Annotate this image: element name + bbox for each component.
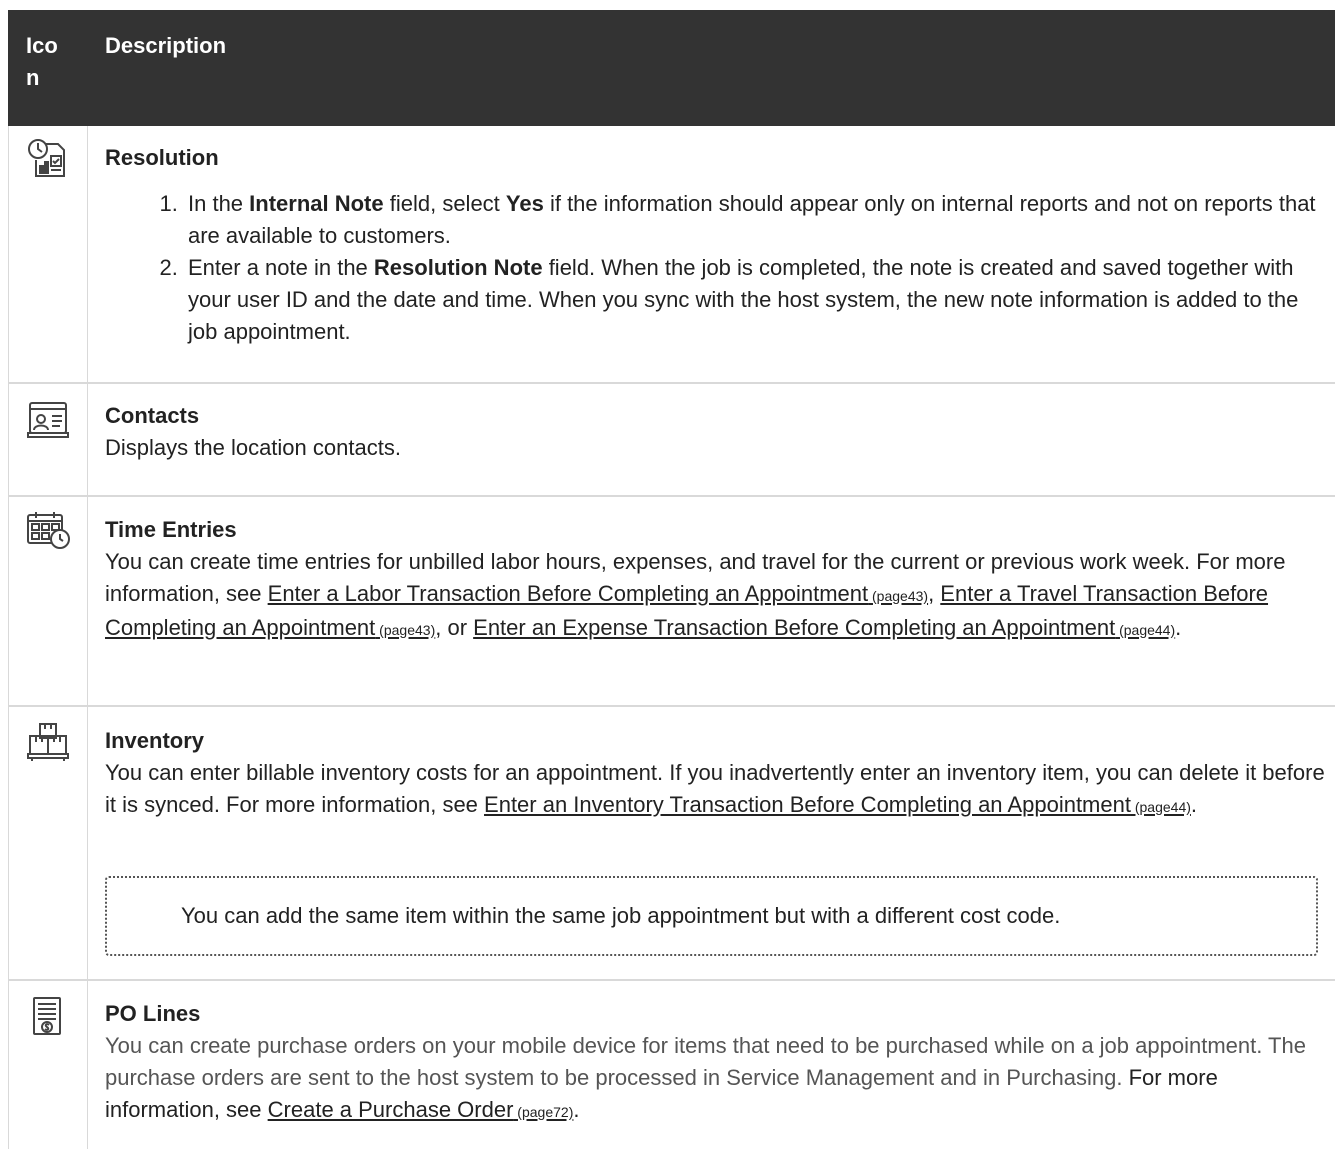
note-box: You can add the same item within the sam… [105, 876, 1318, 956]
table-left-border [8, 126, 9, 1149]
list-item: In the Internal Note field, select Yes i… [184, 188, 1325, 252]
time-entries-cell: Time Entries You can create time entries… [105, 514, 1325, 646]
page-reference: (page72) [513, 1104, 574, 1120]
row-description: Displays the location contacts. [105, 435, 401, 460]
time-entries-icon [24, 510, 72, 550]
field-name: Internal Note [249, 191, 384, 216]
expense-transaction-link[interactable]: Enter an Expense Transaction Before Comp… [473, 615, 1175, 640]
separator: . [1175, 615, 1182, 640]
step-text: Enter a note in the [188, 255, 374, 280]
field-name: Resolution Note [373, 255, 543, 280]
column-divider [87, 126, 88, 1149]
row-title: Time Entries [105, 517, 237, 542]
resolution-icon [24, 138, 72, 178]
row-title: PO Lines [105, 1001, 201, 1026]
row-title: Contacts [105, 403, 200, 428]
separator: . [573, 1097, 580, 1122]
purchase-order-link[interactable]: Create a Purchase Order (page72) [268, 1097, 574, 1122]
resolution-steps: In the Internal Note field, select Yes i… [105, 188, 1325, 348]
link-text: Enter an Expense Transaction Before Comp… [473, 615, 1116, 640]
inventory-cell: Inventory You can enter billable invento… [105, 725, 1325, 823]
row-divider [8, 979, 1335, 981]
row-divider [8, 382, 1335, 384]
row-title: Resolution [105, 145, 219, 170]
step-text: In the [188, 191, 250, 216]
contacts-cell: Contacts Displays the location contacts. [105, 400, 1325, 464]
document-page: Ico n Description Resolution In the Inte… [0, 0, 1335, 1149]
separator: . [1190, 792, 1198, 817]
resolution-cell: Resolution In the Internal Note field, s… [105, 142, 1325, 348]
labor-transaction-link[interactable]: Enter a Labor Transaction Before Complet… [268, 581, 928, 606]
row-divider [8, 495, 1335, 497]
list-item: Enter a note in the Resolution Note fiel… [184, 252, 1325, 348]
row-title: Inventory [105, 728, 205, 753]
note-text: You can add the same item within the sam… [181, 903, 1061, 928]
link-text: Enter a Labor Transaction Before Complet… [267, 581, 869, 606]
link-text: Enter an Inventory Transaction Before Co… [484, 792, 1131, 817]
icon-column-header: Ico n [26, 33, 58, 90]
page-reference: (page43) [375, 622, 436, 638]
page-reference: (page43) [868, 588, 929, 604]
page-reference: (page44) [1130, 799, 1191, 815]
inventory-transaction-link[interactable]: Enter an Inventory Transaction Before Co… [484, 792, 1191, 817]
table-header: Ico n Description [8, 10, 1335, 126]
separator: , [928, 581, 941, 606]
po-lines-icon [24, 996, 72, 1036]
contacts-icon [24, 400, 72, 440]
option-name: Yes [505, 191, 544, 216]
po-lines-cell: PO Lines You can create purchase orders … [105, 998, 1325, 1128]
description-column-header: Description [105, 33, 227, 58]
page-reference: (page44) [1115, 622, 1176, 638]
link-text: Create a Purchase Order [267, 1097, 514, 1122]
separator: , or [435, 615, 474, 640]
row-divider [8, 705, 1335, 707]
inventory-icon [24, 722, 72, 762]
step-text: field, select [383, 191, 506, 216]
